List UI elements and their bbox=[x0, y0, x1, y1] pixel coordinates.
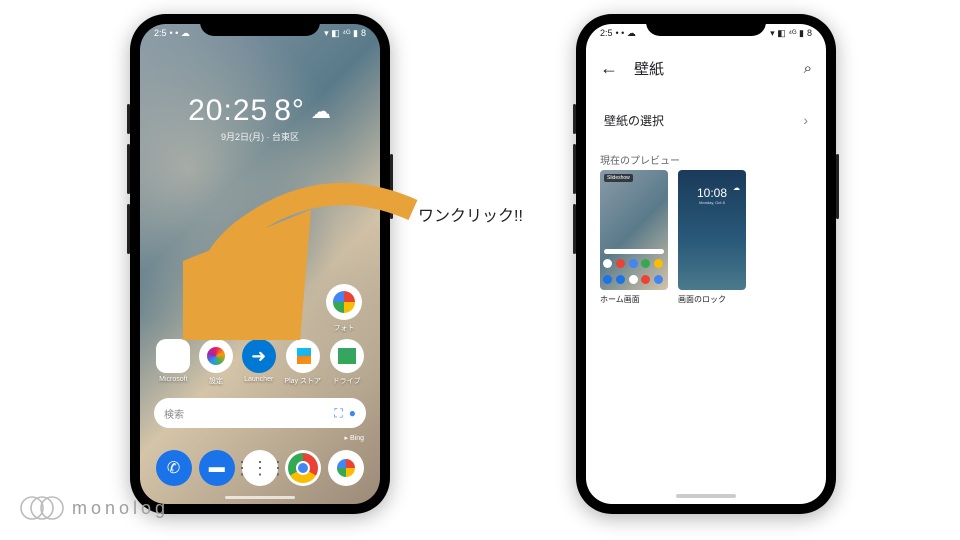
preview-section-label: 現在のプレビュー bbox=[600, 152, 680, 167]
chevron-right-icon: › bbox=[803, 112, 808, 128]
logo-text: monolog bbox=[72, 498, 169, 519]
home-indicator[interactable] bbox=[225, 496, 295, 499]
wallpaper-settings-screen: 2:5• • ☁ ▾ ◧ ⁴ᴳ ▮8 ← 壁紙 ⌕ 壁紙の選択 › 現在のプレビ… bbox=[586, 24, 826, 504]
microsoft-icon bbox=[156, 339, 190, 373]
dock-chrome[interactable] bbox=[285, 450, 321, 486]
preview-home-thumb[interactable]: Slideshow ホーム画面 bbox=[600, 170, 668, 305]
app-microsoft[interactable]: Microsoft bbox=[156, 339, 190, 386]
search-placeholder: 検索 bbox=[164, 406, 334, 421]
search-bar[interactable]: 検索 ⛶ ● bbox=[154, 398, 366, 428]
phone-frame-left: 2:5• • ☁ ▾ ◧ ⁴ᴳ ▮8 20:25 8° ☁ 9月2日(月) · … bbox=[130, 14, 390, 514]
settings-icon bbox=[199, 339, 233, 373]
scan-icon[interactable]: ⛶ bbox=[334, 406, 342, 421]
lock-date: Monday, Oct 8 bbox=[699, 200, 725, 205]
cloud-icon: ☁ bbox=[733, 184, 740, 192]
dock-messages[interactable]: ▬ bbox=[199, 450, 235, 486]
app-drive[interactable]: ドライブ bbox=[330, 339, 364, 386]
back-icon[interactable]: ← bbox=[600, 58, 618, 79]
dock: ✆ ▬ ⋮⋮⋮ bbox=[152, 450, 368, 486]
cloud-icon: ☁ bbox=[311, 99, 332, 124]
phone-frame-right: 2:5• • ☁ ▾ ◧ ⁴ᴳ ▮8 ← 壁紙 ⌕ 壁紙の選択 › 現在のプレビ… bbox=[576, 14, 836, 514]
app-launcher[interactable]: ➜ Launcher bbox=[242, 339, 276, 386]
play-icon bbox=[286, 339, 320, 373]
dock-app-drawer[interactable]: ⋮⋮⋮ bbox=[242, 450, 278, 486]
monolog-logo: monolog bbox=[20, 494, 169, 522]
section-label: 壁紙の選択 bbox=[604, 112, 664, 129]
page-title: 壁紙 bbox=[634, 58, 804, 79]
home-screen: 2:5• • ☁ ▾ ◧ ⁴ᴳ ▮8 20:25 8° ☁ 9月2日(月) · … bbox=[140, 24, 380, 504]
battery-level: 8 bbox=[361, 28, 366, 44]
dock-assistant[interactable] bbox=[328, 450, 364, 486]
weather-temp: 8° bbox=[274, 94, 305, 128]
launcher-icon: ➜ bbox=[242, 339, 276, 373]
slideshow-badge: Slideshow bbox=[604, 174, 633, 182]
annotation-text: ワンクリック!! bbox=[418, 202, 523, 226]
clock-widget[interactable]: 20:25 8° ☁ 9月2日(月) · 台東区 bbox=[140, 94, 380, 143]
preview-lock-thumb[interactable]: ☁ 10:08 Monday, Oct 8 画面のロック bbox=[678, 170, 746, 305]
clock-date: 9月2日(月) · 台東区 bbox=[140, 130, 380, 143]
search-provider: ▸ Bing bbox=[345, 434, 364, 442]
app-settings[interactable]: 設定 bbox=[199, 339, 233, 386]
lock-time: 10:08 bbox=[697, 186, 727, 200]
app-photos[interactable]: フォト bbox=[326, 284, 362, 333]
settings-header: ← 壁紙 ⌕ bbox=[586, 50, 826, 86]
mic-icon[interactable]: ● bbox=[349, 406, 356, 421]
clock-time: 20:25 bbox=[188, 94, 268, 128]
app-playstore[interactable]: Play ストア bbox=[284, 339, 321, 386]
logo-icon bbox=[20, 494, 64, 522]
wallpaper-select-row[interactable]: 壁紙の選択 › bbox=[586, 100, 826, 140]
drive-icon bbox=[330, 339, 364, 373]
search-icon[interactable]: ⌕ bbox=[804, 60, 812, 77]
dock-phone[interactable]: ✆ bbox=[156, 450, 192, 486]
time-fragment: 2:5 bbox=[154, 28, 167, 44]
photos-icon bbox=[333, 291, 355, 313]
home-indicator[interactable] bbox=[676, 494, 736, 498]
